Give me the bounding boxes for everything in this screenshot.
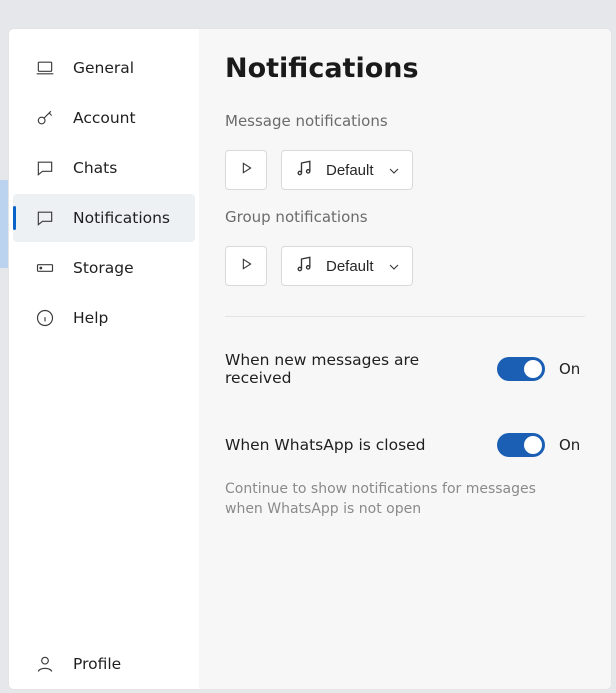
music-note-icon [294,254,314,278]
sidebar-item-help[interactable]: Help [13,294,195,342]
new-messages-toggle[interactable] [497,357,545,381]
chat-notification-icon [35,208,55,228]
sidebar-item-label: Chats [73,159,117,177]
group-notifications-label: Group notifications [225,208,585,226]
sidebar-item-general[interactable]: General [13,44,195,92]
group-sound-value: Default [326,258,374,275]
sidebar-item-label: Help [73,309,108,327]
page-title: Notifications [225,53,585,84]
toggle-label: When WhatsApp is closed [225,436,483,454]
wa-closed-toggle[interactable] [497,433,545,457]
music-note-icon [294,158,314,182]
group-play-button[interactable] [225,246,267,286]
play-icon [238,160,254,180]
toggle-knob [524,436,542,454]
group-sound-row: Default [225,246,585,286]
toggle-row-new-messages: When new messages are received On [225,351,585,387]
sidebar-item-label: Account [73,109,136,127]
storage-icon [35,258,55,278]
settings-content: Notifications Message notifications Defa… [199,29,611,689]
sidebar-item-chats[interactable]: Chats [13,144,195,192]
toggle-row-wa-closed: When WhatsApp is closed On [225,433,585,457]
chevron-down-icon [386,259,400,273]
message-sound-value: Default [326,162,374,179]
key-icon [35,108,55,128]
chat-icon [35,158,55,178]
sidebar-item-profile[interactable]: Profile [13,640,195,688]
person-icon [35,654,55,674]
message-play-button[interactable] [225,150,267,190]
laptop-icon [35,58,55,78]
message-sound-select[interactable]: Default [281,150,413,190]
sidebar-item-label: Profile [73,655,121,673]
sidebar-item-label: Notifications [73,209,170,227]
sidebar-item-label: General [73,59,134,77]
message-notifications-label: Message notifications [225,112,585,130]
wa-closed-help-text: Continue to show notifications for messa… [225,479,565,520]
play-icon [238,256,254,276]
settings-window: General Account Chats Notifications Stor [8,28,612,690]
toggle-state-text: On [559,360,585,378]
toggle-knob [524,360,542,378]
toggle-label: When new messages are received [225,351,483,387]
info-icon [35,308,55,328]
settings-sidebar: General Account Chats Notifications Stor [9,29,199,689]
group-sound-select[interactable]: Default [281,246,413,286]
message-sound-row: Default [225,150,585,190]
toggle-state-text: On [559,436,585,454]
selection-stripe [0,180,8,268]
sidebar-item-account[interactable]: Account [13,94,195,142]
sidebar-item-storage[interactable]: Storage [13,244,195,292]
sidebar-item-label: Storage [73,259,134,277]
divider [225,316,585,317]
chevron-down-icon [386,163,400,177]
sidebar-item-notifications[interactable]: Notifications [13,194,195,242]
